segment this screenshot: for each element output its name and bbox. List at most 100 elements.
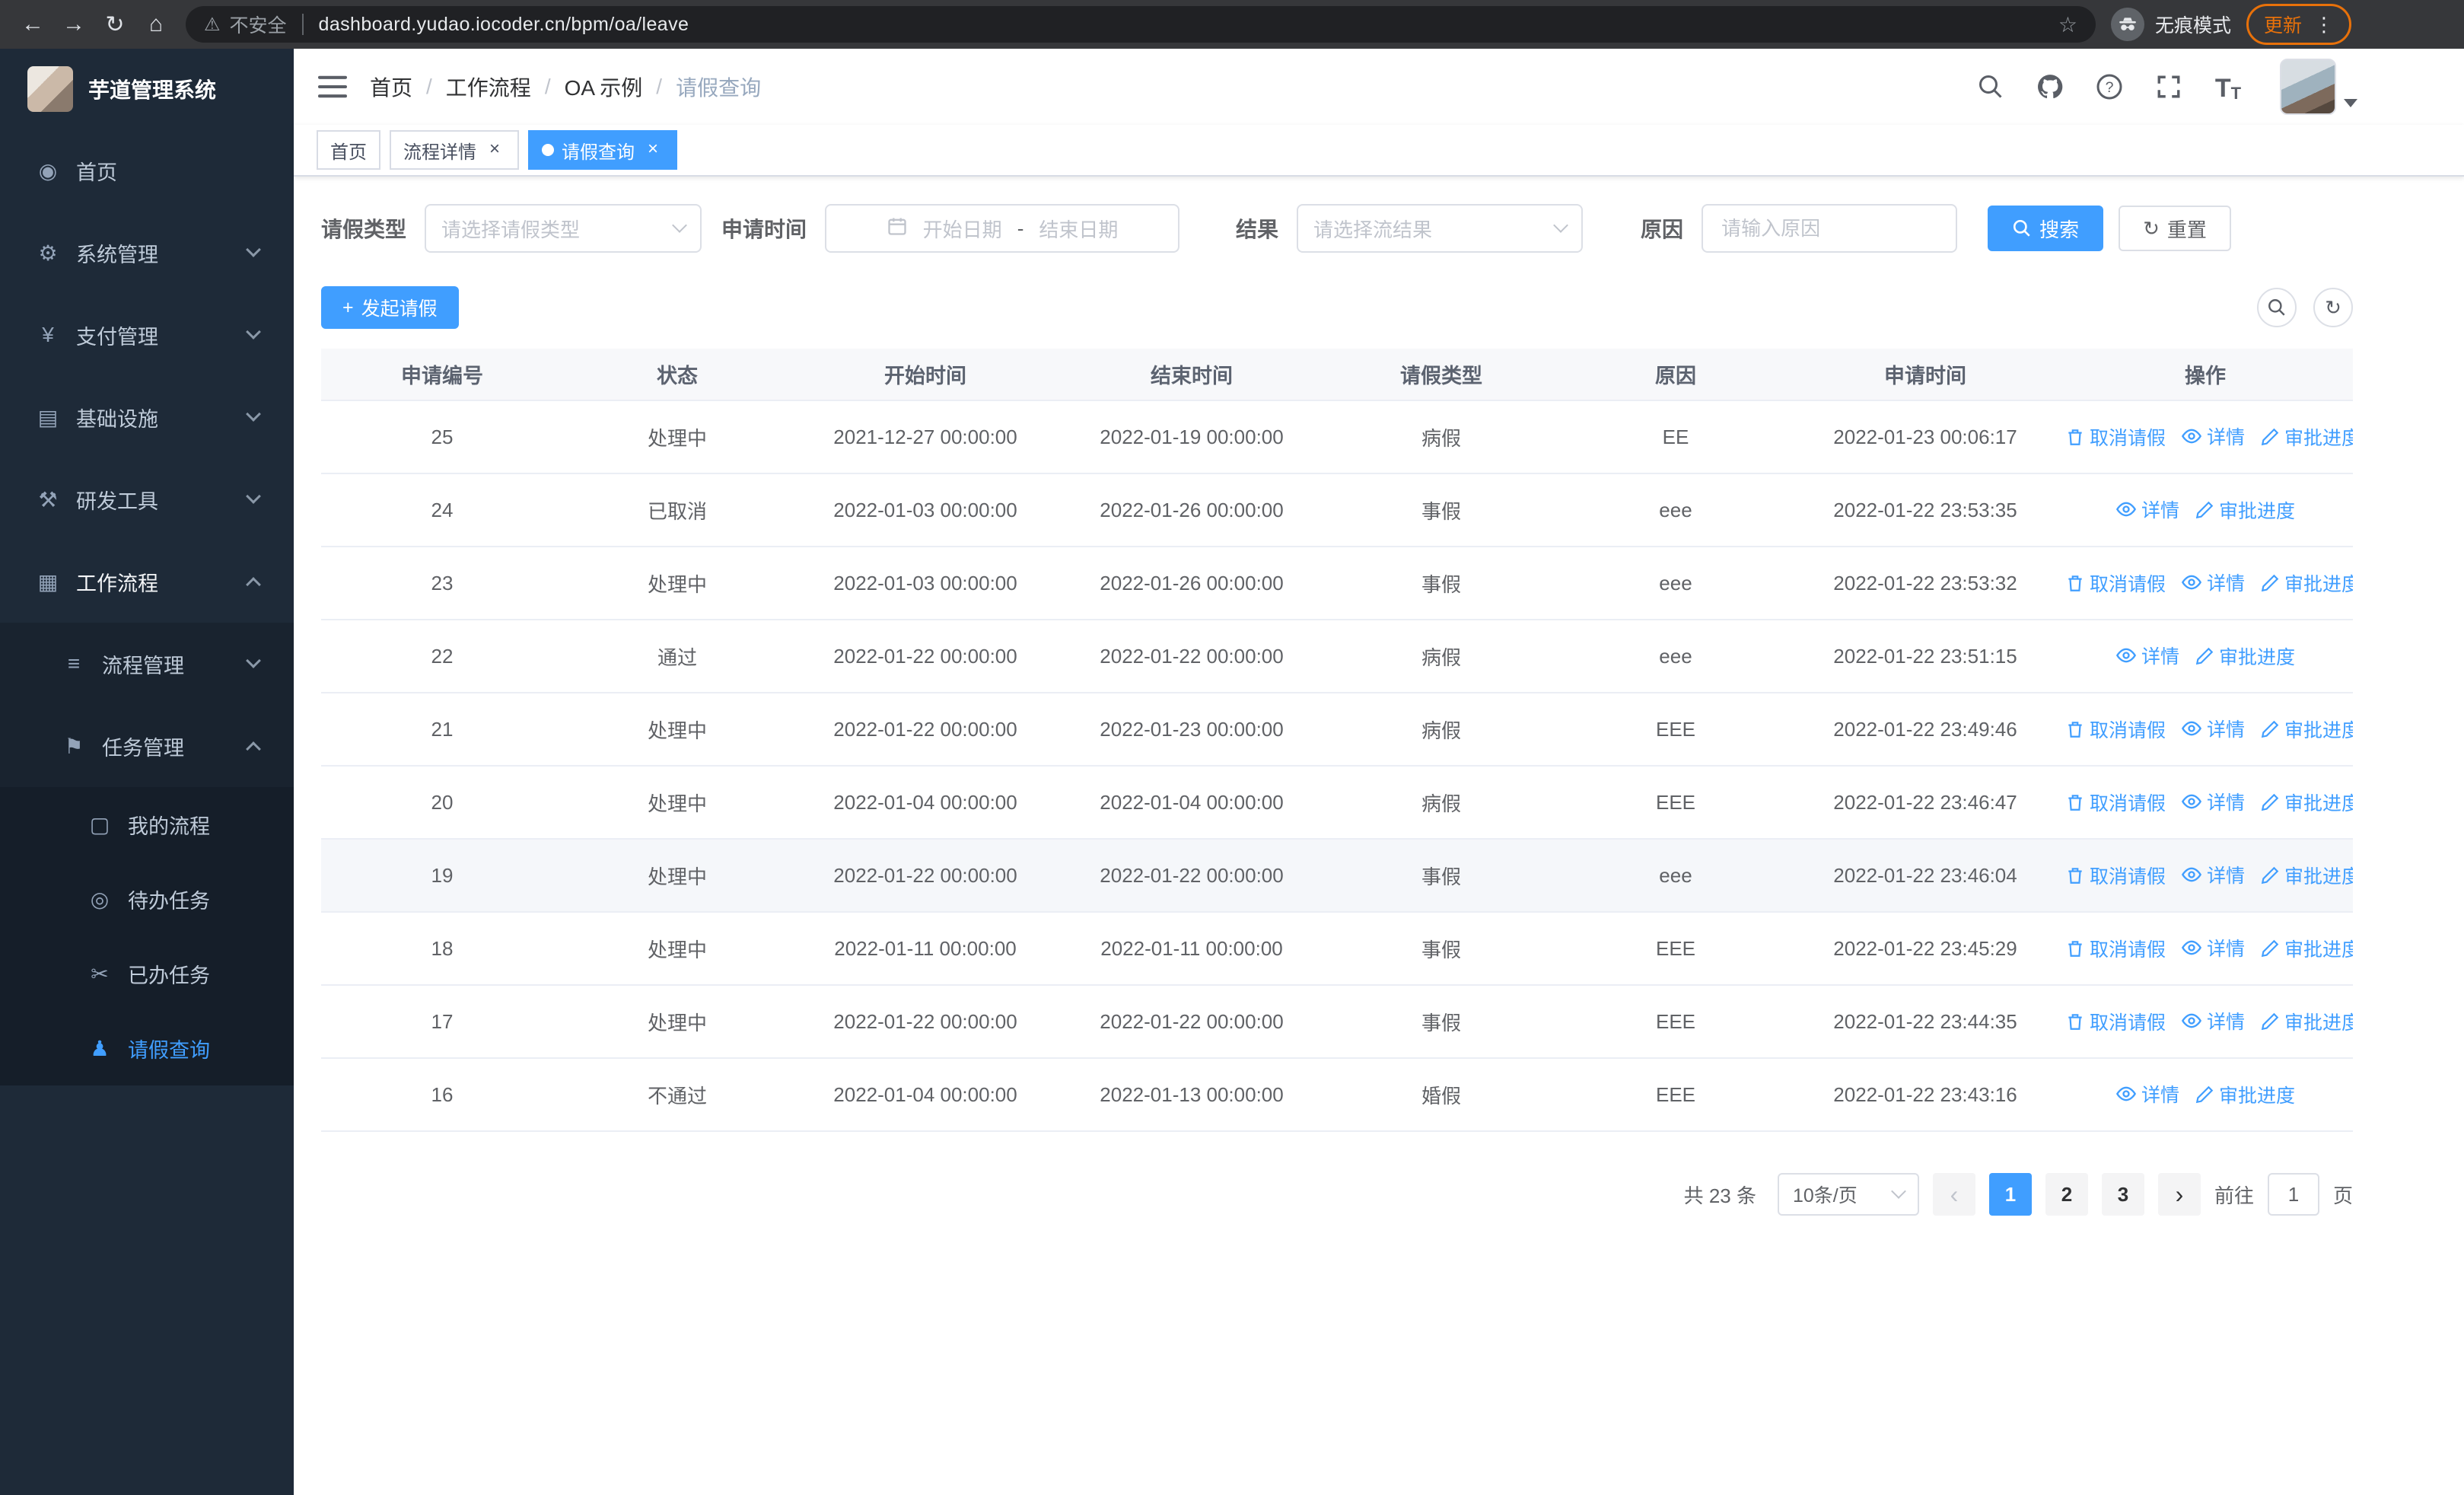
menu-dots-icon[interactable]: ⋮ <box>2314 13 2334 37</box>
reason-label: 原因 <box>1641 218 1684 241</box>
breadcrumb-separator: / <box>544 75 551 98</box>
cell-start-time: 2022-01-03 00:00:00 <box>791 473 1059 547</box>
reload-button[interactable]: ↻ <box>94 4 135 45</box>
close-icon[interactable]: × <box>484 139 505 161</box>
action-cancel-link[interactable]: 取消请假 <box>2065 789 2166 816</box>
cell-start-time: 2022-01-22 00:00:00 <box>791 839 1059 913</box>
page-size-select[interactable]: 10条/页 <box>1777 1173 1919 1216</box>
browser-chrome: ← → ↻ ⌂ ⚠ 不安全 dashboard.yudao.iocoder.cn… <box>0 0 2464 49</box>
view-icon <box>2181 864 2202 885</box>
next-page-button[interactable]: › <box>2157 1173 2201 1216</box>
action-progress-link[interactable]: 审批进度 <box>2195 642 2295 670</box>
tab-process-detail[interactable]: 流程详情 × <box>390 130 519 170</box>
sidebar-item-done-tasks[interactable]: ✂ 已办任务 <box>0 936 294 1011</box>
flag-icon: ⚑ <box>64 734 84 758</box>
tab-home[interactable]: 首页 <box>317 130 380 170</box>
sidebar-item-devtools[interactable]: ⚒ 研发工具 <box>0 458 294 540</box>
goto-page-input[interactable] <box>2267 1173 2319 1216</box>
prev-page-button[interactable]: ‹ <box>1932 1173 1975 1216</box>
result-select[interactable]: 请选择流结果 <box>1297 204 1584 253</box>
action-detail-link[interactable]: 详情 <box>2181 788 2245 815</box>
sidebar-item-home[interactable]: ◉ 首页 <box>0 129 294 212</box>
search-icon[interactable] <box>1974 70 2007 104</box>
action-progress-link[interactable]: 审批进度 <box>2260 862 2353 889</box>
action-detail-link[interactable]: 详情 <box>2181 934 2245 961</box>
tab-leave-query[interactable]: 请假查询 × <box>528 130 677 170</box>
action-progress-link[interactable]: 审批进度 <box>2260 569 2353 597</box>
sidebar-item-process-mgmt[interactable]: ≡ 流程管理 <box>0 623 294 705</box>
create-leave-button[interactable]: + 发起请假 <box>321 286 459 329</box>
action-progress-link[interactable]: 审批进度 <box>2260 716 2353 743</box>
action-detail-link[interactable]: 详情 <box>2181 422 2245 450</box>
cell-end-time: 2022-01-19 00:00:00 <box>1059 400 1324 474</box>
forward-button[interactable]: → <box>53 4 94 45</box>
page-button-3[interactable]: 3 <box>2101 1173 2144 1216</box>
sidebar-item-infrastructure[interactable]: ▤ 基础设施 <box>0 376 294 458</box>
action-detail-link[interactable]: 详情 <box>2181 861 2245 888</box>
search-button[interactable]: 搜索 <box>1988 206 2104 251</box>
bookmark-star-icon[interactable]: ☆ <box>2058 12 2077 37</box>
apply-time-range-picker[interactable]: 开始日期 - 结束日期 <box>825 204 1180 253</box>
page-button-1[interactable]: 1 <box>1988 1173 2032 1216</box>
close-icon[interactable]: × <box>642 139 664 161</box>
action-detail-link[interactable]: 详情 <box>2181 715 2245 742</box>
menu-fold-icon[interactable] <box>318 75 347 99</box>
view-icon <box>2181 426 2202 447</box>
action-progress-link[interactable]: 审批进度 <box>2260 423 2353 451</box>
list-icon: ≡ <box>67 652 81 675</box>
app-logo[interactable]: 芋道管理系统 <box>0 49 294 129</box>
help-icon[interactable]: ? <box>2093 70 2126 104</box>
cell-apply-time: 2022-01-22 23:43:16 <box>1793 1058 2058 1132</box>
toggle-search-button[interactable] <box>2257 288 2297 327</box>
refresh-table-button[interactable]: ↻ <box>2313 288 2353 327</box>
cell-end-time: 2022-01-23 00:00:00 <box>1059 693 1324 767</box>
breadcrumb-workflow[interactable]: 工作流程 <box>446 72 531 102</box>
sidebar-item-payment[interactable]: ¥ 支付管理 <box>0 294 294 376</box>
cell-start-time: 2022-01-22 00:00:00 <box>791 620 1059 693</box>
action-progress-link[interactable]: 审批进度 <box>2260 789 2353 816</box>
sidebar-item-todo-tasks[interactable]: ◎ 待办任务 <box>0 862 294 936</box>
action-detail-link[interactable]: 详情 <box>2181 1007 2245 1034</box>
action-detail-link[interactable]: 详情 <box>2115 496 2179 523</box>
action-cancel-link[interactable]: 取消请假 <box>2065 935 2166 962</box>
incognito-icon <box>2110 8 2144 41</box>
action-detail-link[interactable]: 详情 <box>2181 569 2245 596</box>
workflow-submenu: ≡ 流程管理 ⚑ 任务管理 ▢ 我的流程 ◎ 待办任务 ✂ 已办任务 ♟ 请假查… <box>0 623 294 1085</box>
fullscreen-icon[interactable] <box>2152 70 2185 104</box>
update-chip[interactable]: 更新 ⋮ <box>2246 4 2351 45</box>
github-icon[interactable] <box>2033 70 2067 104</box>
action-cancel-link[interactable]: 取消请假 <box>2065 423 2166 451</box>
page-button-2[interactable]: 2 <box>2045 1173 2088 1216</box>
cell-status: 处理中 <box>563 985 791 1059</box>
action-progress-link[interactable]: 审批进度 <box>2260 935 2353 962</box>
sidebar-item-task-mgmt[interactable]: ⚑ 任务管理 <box>0 705 294 787</box>
breadcrumb-home[interactable]: 首页 <box>370 72 412 102</box>
user-menu[interactable] <box>2280 59 2357 115</box>
table-row: 24 已取消 2022-01-03 00:00:00 2022-01-26 00… <box>321 473 2353 547</box>
omnibox-divider <box>301 14 304 35</box>
sidebar-item-workflow[interactable]: ▦ 工作流程 <box>0 540 294 623</box>
action-detail-link[interactable]: 详情 <box>2115 1080 2179 1108</box>
reset-button[interactable]: ↻ 重置 <box>2119 206 2231 251</box>
action-progress-link[interactable]: 审批进度 <box>2195 1081 2295 1108</box>
sidebar-item-leave-query[interactable]: ♟ 请假查询 <box>0 1011 294 1085</box>
action-progress-link[interactable]: 审批进度 <box>2195 496 2295 524</box>
cell-leave-type: 事假 <box>1324 985 1558 1059</box>
action-cancel-link[interactable]: 取消请假 <box>2065 569 2166 597</box>
avatar[interactable] <box>2280 59 2336 115</box>
breadcrumb-oa-example[interactable]: OA 示例 <box>565 72 643 102</box>
action-detail-link[interactable]: 详情 <box>2115 642 2179 669</box>
address-bar[interactable]: ⚠ 不安全 dashboard.yudao.iocoder.cn/bpm/oa/… <box>186 6 2096 43</box>
action-cancel-link[interactable]: 取消请假 <box>2065 862 2166 889</box>
leave-type-select[interactable]: 请选择请假类型 <box>425 204 702 253</box>
app-logo-image <box>27 66 73 112</box>
sidebar-item-system[interactable]: ⚙ 系统管理 <box>0 212 294 294</box>
home-button[interactable]: ⌂ <box>135 4 177 45</box>
action-cancel-link[interactable]: 取消请假 <box>2065 716 2166 743</box>
reason-input[interactable] <box>1702 204 1958 253</box>
action-progress-link[interactable]: 审批进度 <box>2260 1008 2353 1035</box>
back-button[interactable]: ← <box>12 4 53 45</box>
sidebar-item-my-process[interactable]: ▢ 我的流程 <box>0 787 294 862</box>
font-size-icon[interactable]: TT <box>2211 70 2245 104</box>
action-cancel-link[interactable]: 取消请假 <box>2065 1008 2166 1035</box>
